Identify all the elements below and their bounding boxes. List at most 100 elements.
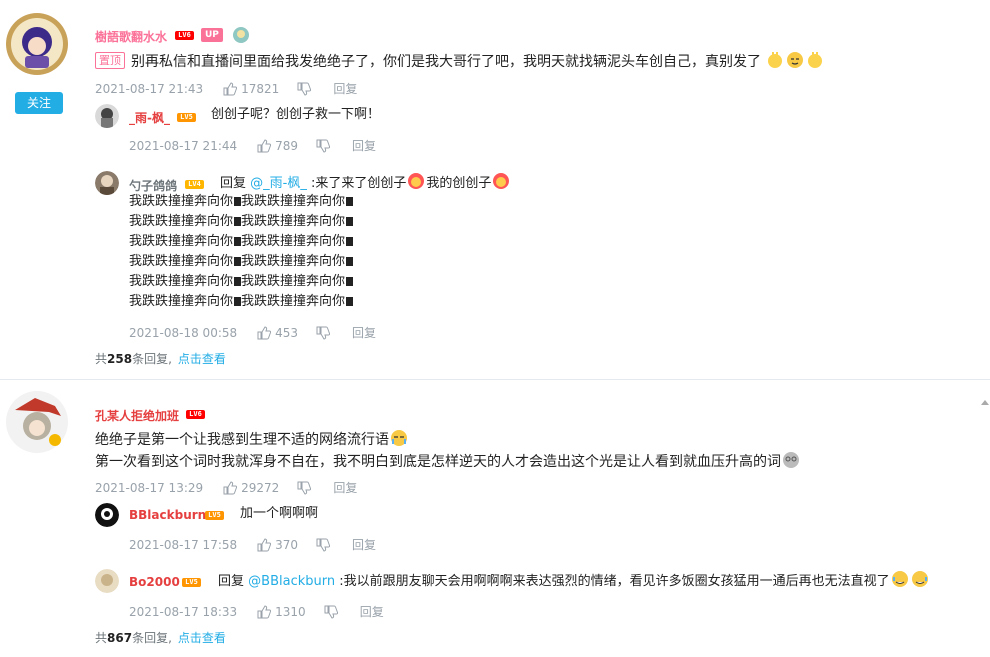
like-button[interactable]: 370 <box>257 538 298 552</box>
timestamp: 2021-08-18 00:58 <box>129 325 238 340</box>
comment-text: 第一次看到这个词时我就浑身不自在，我不明白到底是怎样逆天的人才会造出这个光是让人… <box>95 451 801 472</box>
view-replies-link[interactable]: 点击查看 <box>178 631 226 645</box>
view-replies-link[interactable]: 点击查看 <box>178 352 226 366</box>
repeated-line: 我跌跌撞撞奔向你 我跌跌撞撞奔向你 <box>129 232 354 252</box>
fan-medal-icon <box>232 26 250 44</box>
scroll-up-arrow-icon[interactable] <box>980 398 990 412</box>
avatar[interactable] <box>95 104 119 128</box>
pinned-badge: 置顶 <box>95 52 125 69</box>
repeated-phrase: 我跌跌撞撞奔向你 <box>241 234 346 249</box>
username[interactable]: BBlackburn <box>129 508 206 522</box>
mention-link[interactable]: @_雨-枫_ <box>250 176 307 191</box>
dislike-button[interactable] <box>316 139 331 153</box>
repeated-phrase: 我跌跌撞撞奔向你 <box>129 234 234 249</box>
reply-button[interactable]: 回复 <box>352 324 376 341</box>
comment-meta: 2021-08-17 13:29 29272 回复 <box>95 479 357 496</box>
reply-button[interactable]: 回复 <box>352 536 376 553</box>
dislike-button[interactable] <box>316 538 331 552</box>
like-button[interactable]: 453 <box>257 326 298 340</box>
level-badge: LV6 <box>186 410 205 419</box>
username[interactable]: 樹語歌翻水水 <box>95 28 167 45</box>
reply-button[interactable]: 回复 <box>333 479 357 496</box>
comment-body: 别再私信和直播间里面给我发绝绝子了，你们是我大哥行了吧，我明天就找辆泥头车创自己… <box>131 54 761 70</box>
avatar[interactable] <box>95 171 119 195</box>
repeated-phrase: 我跌跌撞撞奔向你 <box>241 254 346 269</box>
repeated-line: 我跌跌撞撞奔向你 我跌跌撞撞奔向你 <box>129 212 354 232</box>
level-badge: LV5 <box>205 511 224 520</box>
timestamp: 2021-08-17 18:33 <box>129 604 238 619</box>
running-emoji-icon <box>234 297 242 306</box>
repeated-lines: 我跌跌撞撞奔向你 我跌跌撞撞奔向你 我跌跌撞撞奔向你 我跌跌撞撞奔向你 我跌跌撞撞奔向你… <box>129 192 354 312</box>
level-badge: LV6 <box>175 31 194 40</box>
username[interactable]: _雨-枫_ <box>129 109 170 126</box>
running-emoji-icon <box>346 237 354 246</box>
like-button[interactable]: 789 <box>257 139 298 153</box>
reply-count: 867 <box>107 631 133 645</box>
dislike-button[interactable] <box>297 82 312 96</box>
victory-emoji-icon <box>766 51 784 69</box>
level-badge: LV5 <box>182 578 201 587</box>
running-emoji-icon <box>346 197 354 206</box>
comment-text: 置顶 别再私信和直播间里面给我发绝绝子了，你们是我大哥行了吧，我明天就找辆泥头车创… <box>95 51 825 72</box>
like-count: 1310 <box>275 604 306 619</box>
thumbs-down-icon <box>297 481 312 495</box>
reply-meta: 2021-08-17 18:33 1310 回复 <box>129 603 384 620</box>
avatar[interactable] <box>95 503 119 527</box>
laugh-cry-emoji-icon <box>911 570 929 588</box>
like-button[interactable]: 17821 <box>223 82 279 96</box>
username[interactable]: 孔某人拒绝加班 <box>95 407 179 424</box>
repeated-phrase: 我跌跌撞撞奔向你 <box>241 194 346 209</box>
repeated-phrase: 我跌跌撞撞奔向你 <box>129 194 234 209</box>
dislike-button[interactable] <box>316 326 331 340</box>
reply-button[interactable]: 回复 <box>352 137 376 154</box>
summary-suffix: 条回复, <box>132 631 172 645</box>
like-count: 453 <box>275 325 299 340</box>
follow-button[interactable]: 关注 <box>15 92 63 114</box>
reply-text: 创创子呢？创创子救一下啊！ <box>211 107 381 122</box>
summary-suffix: 条回复, <box>132 352 172 366</box>
running-emoji-icon <box>346 257 354 266</box>
crying-emoji-icon <box>390 429 408 447</box>
thumbs-down-icon <box>316 139 331 153</box>
repeated-line: 我跌跌撞撞奔向你 我跌跌撞撞奔向你 <box>129 252 354 272</box>
reply-summary: 共258条回复, 点击查看 <box>95 350 226 367</box>
repeated-phrase: 我跌跌撞撞奔向你 <box>129 214 234 229</box>
like-button[interactable]: 29272 <box>223 481 279 495</box>
thumbs-up-icon <box>257 325 272 339</box>
like-count: 29272 <box>241 480 280 495</box>
reply-button[interactable]: 回复 <box>360 603 384 620</box>
like-button[interactable]: 1310 <box>257 605 306 619</box>
running-emoji-icon <box>346 297 354 306</box>
dislike-button[interactable] <box>297 481 312 495</box>
dislike-button[interactable] <box>324 605 338 619</box>
comment-body: 第一次看到这个词时我就浑身不自在，我不明白到底是怎样逆天的人才会造出这个光是让人… <box>95 454 781 470</box>
avatar[interactable] <box>95 569 119 593</box>
summary-prefix: 共 <box>95 352 108 366</box>
username[interactable]: Bo2000 <box>129 575 180 589</box>
mention-link[interactable]: @BBlackburn <box>248 574 335 589</box>
heart-eyes-emoji-icon <box>492 172 510 190</box>
like-count: 17821 <box>241 81 280 96</box>
thumbs-down-icon <box>316 538 331 552</box>
avatar[interactable] <box>5 12 69 76</box>
reply-button[interactable]: 回复 <box>333 80 357 97</box>
reply-count: 258 <box>107 352 133 366</box>
reply-text: 加一个啊啊啊 <box>240 506 319 521</box>
reply-meta: 2021-08-17 17:58 370 回复 <box>129 536 376 553</box>
thumbs-down-icon <box>324 605 338 619</box>
reply-meta: 2021-08-18 00:58 453 回复 <box>129 324 376 341</box>
reply-prefix: 回复 <box>218 574 245 589</box>
running-emoji-icon <box>346 217 354 226</box>
running-emoji-icon <box>234 237 242 246</box>
repeated-line: 我跌跌撞撞奔向你 我跌跌撞撞奔向你 <box>129 192 354 212</box>
up-badge: UP <box>201 28 223 42</box>
thumbs-up-icon <box>257 537 272 551</box>
thumbs-up-icon <box>257 604 272 618</box>
reply-body: 我的创创子 <box>426 176 492 191</box>
timestamp: 2021-08-17 21:44 <box>129 138 238 153</box>
avatar[interactable] <box>5 390 69 454</box>
heart-eyes-emoji-icon <box>407 172 425 190</box>
smirk-emoji-icon <box>786 51 804 69</box>
repeated-phrase: 我跌跌撞撞奔向你 <box>129 294 234 309</box>
reply-meta: 2021-08-17 21:44 789 回复 <box>129 137 376 154</box>
